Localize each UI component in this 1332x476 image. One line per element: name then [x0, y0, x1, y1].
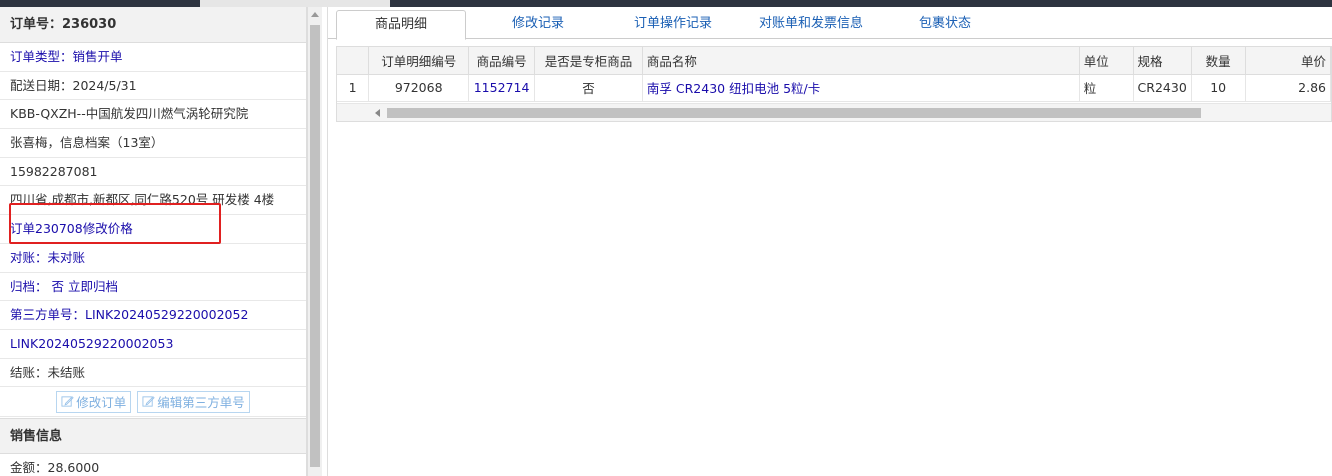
edit-icon [61, 396, 74, 407]
header-cell-index [337, 47, 370, 75]
cell-detail-id: 972068 [368, 74, 470, 102]
cell-product-id-link[interactable]: 1152714 [468, 74, 536, 102]
sales-info-title: 销售信息 [0, 418, 306, 455]
tab-statement-invoice[interactable]: 对账单和发票信息 [748, 10, 874, 40]
third-party-order-link-2[interactable]: LINK20240529220002053 [0, 330, 306, 359]
archive-status-link[interactable]: 归档： 否 立即归档 [0, 273, 306, 302]
tab-modify-log[interactable]: 修改记录 [488, 10, 588, 40]
horizontal-scrollbar-thumb[interactable] [387, 108, 1201, 118]
highlight-box [9, 203, 221, 244]
third-party-order-link[interactable]: 第三方单号：LINK20240529220002052 [0, 301, 306, 330]
edit-third-party-button[interactable]: 编辑第三方单号 [137, 390, 250, 413]
header-cell-counter-flag[interactable]: 是否是专柜商品 [534, 47, 643, 75]
header-cell-unit[interactable]: 单位 [1079, 47, 1134, 75]
cell-product-name-link[interactable]: 南孚 CR2430 纽扣电池 5粒/卡 [642, 74, 1080, 102]
product-detail-grid: 订单明细编号 商品编号 是否是专柜商品 商品名称 单位 规格 数量 单价 1 9… [336, 46, 1332, 122]
cell-unit-price: 2.86 [1245, 74, 1331, 102]
settlement-status: 结账：未结账 [0, 359, 306, 388]
scroll-left-arrow-icon[interactable] [375, 109, 380, 117]
grid-horizontal-scrollbar[interactable] [337, 103, 1331, 121]
table-header-row: 订单明细编号 商品编号 是否是专柜商品 商品名称 单位 规格 数量 单价 [337, 47, 1331, 75]
edit-icon [142, 396, 155, 407]
order-action-row: 修改订单 编辑第三方单号 [0, 387, 306, 418]
top-bar-middle [200, 0, 390, 7]
scrollbar-thumb[interactable] [310, 25, 320, 467]
edit-order-button[interactable]: 修改订单 [56, 390, 132, 413]
splitter[interactable] [322, 7, 328, 476]
order-number-title: 订单号：236030 [0, 7, 306, 43]
cell-unit: 粒 [1079, 74, 1134, 102]
delivery-date: 配送日期：2024/5/31 [0, 72, 306, 101]
cell-index: 1 [337, 74, 370, 102]
detail-tabs: 商品明细 修改记录 订单操作记录 对账单和发票信息 包裹状态 [328, 7, 1332, 40]
header-cell-unit-price[interactable]: 单价 [1245, 47, 1331, 75]
top-bar-right [390, 0, 1332, 7]
order-type: 订单类型：销售开单 [0, 43, 306, 72]
header-cell-detail-id[interactable]: 订单明细编号 [368, 47, 470, 75]
customer-org: KBB-QXZH--中国航发四川燃气涡轮研究院 [0, 100, 306, 130]
cell-counter-flag: 否 [534, 74, 643, 102]
reconcile-status-link[interactable]: 对账：未对账 [0, 244, 306, 273]
header-cell-product-name[interactable]: 商品名称 [642, 47, 1080, 75]
header-cell-product-id[interactable]: 商品编号 [468, 47, 536, 75]
table-row[interactable]: 1 972068 1152714 否 南孚 CR2430 纽扣电池 5粒/卡 粒… [337, 74, 1331, 102]
cell-quantity: 10 [1191, 74, 1246, 102]
scroll-up-arrow-icon[interactable] [311, 12, 319, 17]
left-panel-scrollbar[interactable] [307, 7, 322, 476]
edit-third-party-label: 编辑第三方单号 [157, 395, 245, 411]
header-cell-quantity[interactable]: 数量 [1191, 47, 1246, 75]
contact-phone: 15982287081 [0, 158, 306, 187]
sales-amount: 金额：28.6000 [0, 454, 306, 476]
edit-order-label: 修改订单 [76, 395, 127, 411]
tab-product-detail[interactable]: 商品明细 [336, 10, 466, 40]
tab-package-status[interactable]: 包裹状态 [900, 10, 990, 40]
top-bar-left [0, 0, 200, 7]
tab-order-operation-log[interactable]: 订单操作记录 [618, 10, 728, 40]
header-cell-spec[interactable]: 规格 [1133, 47, 1192, 75]
contact-person: 张喜梅，信息档案（13室） [0, 129, 306, 158]
product-table: 订单明细编号 商品编号 是否是专柜商品 商品名称 单位 规格 数量 单价 1 9… [337, 47, 1331, 102]
cell-spec: CR2430 [1133, 74, 1192, 102]
